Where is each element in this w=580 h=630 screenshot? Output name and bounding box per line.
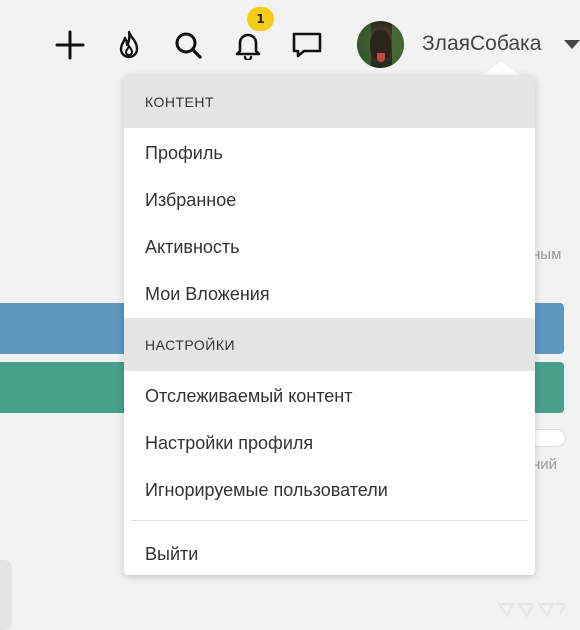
background-text: ным [532, 246, 562, 263]
menu-item-ignored-users[interactable]: Игнорируемые пользователи [124, 467, 535, 514]
section-header-content: КОНТЕНТ [124, 75, 535, 128]
section-header-settings: НАСТРОЙКИ [124, 318, 535, 371]
watermark-icon [497, 603, 567, 618]
menu-item-attachments[interactable]: Мои Вложения [124, 271, 535, 318]
user-menu-dropdown: КОНТЕНТ Профиль Избранное Активность Мои… [124, 75, 535, 575]
menu-item-watched-content[interactable]: Отслеживаемый контент [124, 373, 535, 420]
menu-item-logout[interactable]: Выйти [124, 531, 535, 575]
username-label[interactable]: ЗлаяСобака [422, 32, 541, 56]
dropdown-pointer [481, 62, 521, 76]
background-shape [0, 560, 12, 630]
menu-item-profile-settings[interactable]: Настройки профиля [124, 420, 535, 467]
avatar[interactable] [357, 21, 404, 68]
fire-icon[interactable] [113, 29, 145, 61]
messages-icon[interactable] [291, 29, 323, 61]
search-icon[interactable] [172, 29, 204, 61]
chevron-down-icon[interactable] [564, 40, 580, 49]
menu-item-profile[interactable]: Профиль [124, 130, 535, 177]
menu-item-favorites[interactable]: Избранное [124, 177, 535, 224]
menu-item-activity[interactable]: Активность [124, 224, 535, 271]
notification-badge: 1 [247, 7, 274, 31]
add-icon[interactable] [54, 29, 86, 61]
background-text: ний [532, 456, 558, 473]
menu-divider [131, 520, 528, 521]
bell-icon[interactable] [232, 29, 264, 61]
background-toggle [530, 429, 566, 447]
